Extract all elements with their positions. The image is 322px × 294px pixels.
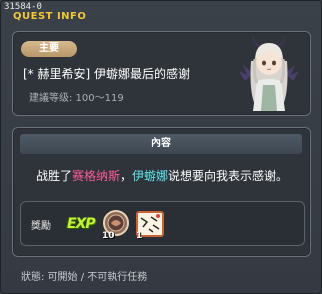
title-bar[interactable]: 31584-0 QUEST INFO [1,1,321,25]
enemy-name: 赛格纳斯 [71,169,120,183]
recommended-level: 建議等级: 100〜119 [29,93,124,104]
exp-icon[interactable]: EXP [67,216,99,232]
quest-description: 战胜了赛格纳斯，伊蝣娜说想要向我表示感谢。 [1,167,322,184]
npc-name: 伊蝣娜 [132,169,169,183]
quest-status: 狀態: 可開始 / 不可執行任務 [21,272,148,283]
window-title: QUEST INFO [13,11,87,22]
npc-portrait-icon [239,35,299,111]
description-prefix: 战胜了 [35,169,72,183]
reward-item-letter-count: 1 [136,231,143,241]
category-tag: 主要 [21,41,77,57]
description-comma: ， [119,169,132,183]
content-heading: 內容 [20,134,302,154]
quest-info-window: 31584-0 QUEST INFO 主要 [* 赫里希安] 伊蝣娜最后的感谢 … [0,0,322,294]
quest-name: [* 赫里希安] 伊蝣娜最后的感谢 [23,67,190,81]
reward-label: 獎勵 [31,221,51,232]
reward-item-medal-count: 10 [102,231,115,241]
description-suffix: 说想要向我表示感谢。 [168,169,289,183]
